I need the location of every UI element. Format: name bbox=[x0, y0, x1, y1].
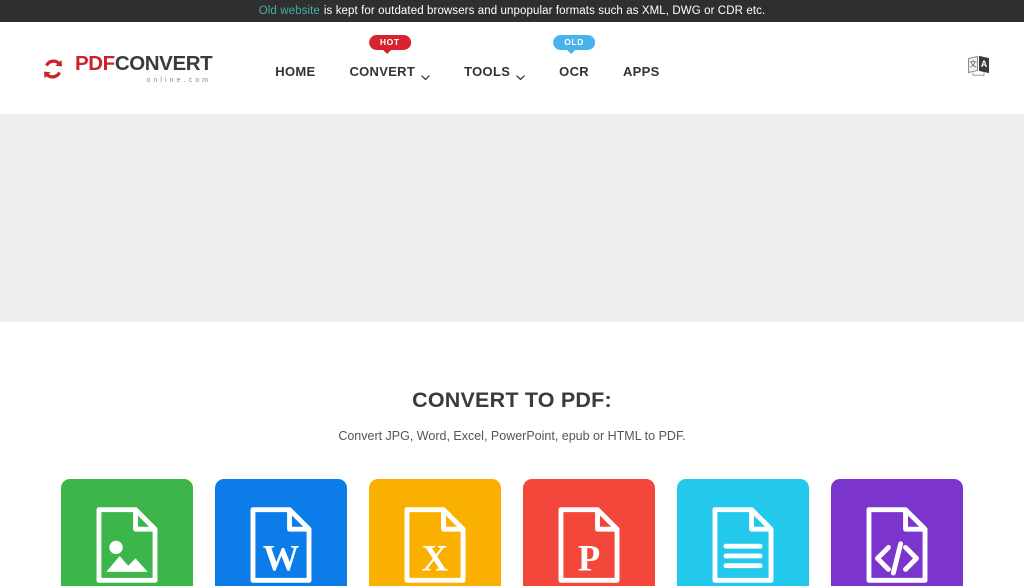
convert-to-pdf-section: CONVERT TO PDF: Convert JPG, Word, Excel… bbox=[0, 322, 1024, 586]
logo-text-convert: CONVERT bbox=[114, 51, 213, 75]
chevron-down-icon bbox=[421, 68, 430, 80]
hero-ad-placeholder bbox=[0, 114, 1024, 322]
chevron-down-icon bbox=[516, 68, 525, 80]
recycle-arrows-icon bbox=[38, 54, 68, 84]
nav-label-ocr: OCR bbox=[559, 63, 589, 79]
section-subtitle: Convert JPG, Word, Excel, PowerPoint, ep… bbox=[338, 429, 686, 443]
tile-powerpoint[interactable]: P bbox=[523, 479, 655, 586]
language-switcher-button[interactable]: 文 A bbox=[962, 51, 996, 85]
nav-item-convert[interactable]: HOT CONVERT bbox=[332, 34, 447, 87]
nav-label-home: HOME bbox=[275, 63, 316, 79]
code-document-icon bbox=[862, 506, 932, 584]
language-translate-icon: 文 A bbox=[966, 53, 992, 84]
excel-document-icon: X bbox=[400, 506, 470, 584]
logo-text-pdf: PDF bbox=[75, 51, 115, 75]
tile-html[interactable] bbox=[831, 479, 963, 586]
site-logo[interactable]: PDFCONVERT online.com bbox=[38, 51, 213, 85]
announcement-text: is kept for outdated browsers and unpopu… bbox=[323, 5, 766, 17]
nav-label-convert: CONVERT bbox=[349, 63, 416, 79]
nav-label-apps: APPS bbox=[622, 63, 660, 79]
tile-excel[interactable]: X bbox=[369, 479, 501, 586]
tile-epub[interactable] bbox=[677, 479, 809, 586]
nav-item-home[interactable]: HOME bbox=[258, 56, 332, 87]
format-tiles: W X P bbox=[0, 479, 1024, 586]
site-header: PDFCONVERT online.com HOME HOT CONVERT T… bbox=[0, 22, 1024, 114]
image-document-icon bbox=[92, 506, 162, 584]
nav-item-tools[interactable]: TOOLS bbox=[447, 56, 542, 87]
logo-tagline: online.com bbox=[146, 77, 212, 85]
svg-text:X: X bbox=[422, 538, 448, 579]
logo-wordmark: PDFCONVERT online.com bbox=[75, 51, 213, 85]
nav-item-ocr[interactable]: OLD OCR bbox=[542, 34, 606, 87]
section-title: CONVERT TO PDF: bbox=[412, 388, 612, 412]
word-document-icon: W bbox=[246, 506, 316, 584]
text-document-icon bbox=[708, 506, 778, 584]
svg-text:P: P bbox=[578, 538, 600, 579]
svg-text:W: W bbox=[263, 538, 300, 579]
tile-word[interactable]: W bbox=[215, 479, 347, 586]
powerpoint-document-icon: P bbox=[554, 506, 624, 584]
announcement-bar: Old website is kept for outdated browser… bbox=[0, 0, 1024, 22]
old-website-link[interactable]: Old website bbox=[259, 5, 320, 17]
main-navigation: HOME HOT CONVERT TOOLS OLD OCR APPS bbox=[258, 22, 676, 114]
badge-hot: HOT bbox=[368, 34, 411, 54]
nav-label-tools: TOOLS bbox=[464, 63, 511, 79]
tile-jpg[interactable] bbox=[61, 479, 193, 586]
badge-old: OLD bbox=[553, 34, 595, 54]
svg-text:文: 文 bbox=[969, 58, 977, 68]
nav-item-apps[interactable]: APPS bbox=[606, 56, 677, 87]
svg-text:A: A bbox=[981, 59, 988, 69]
